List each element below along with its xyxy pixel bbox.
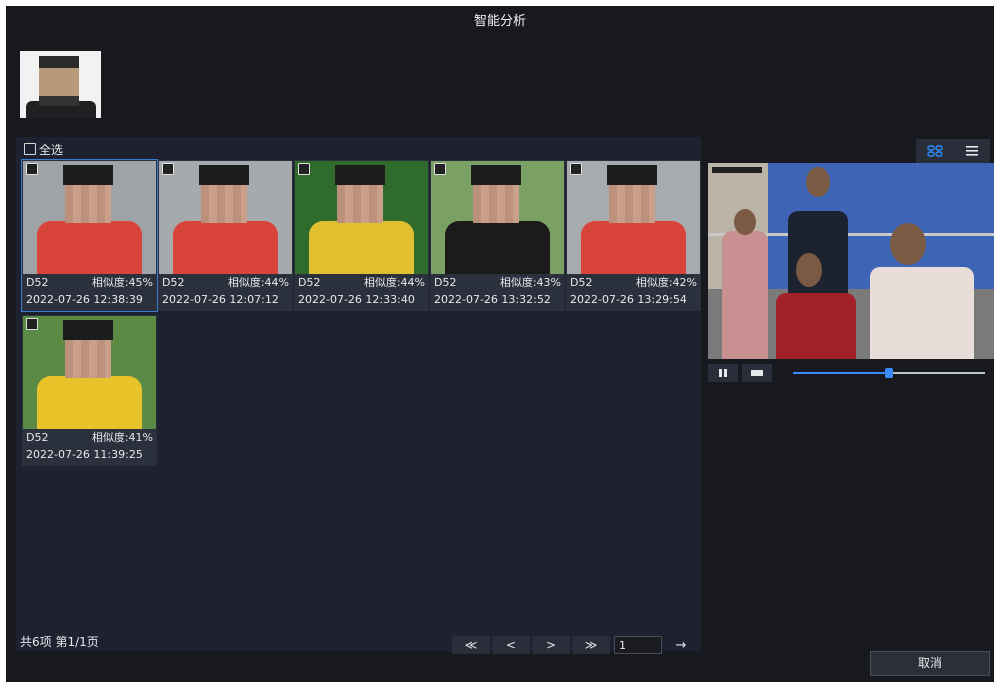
result-thumbnail[interactable] bbox=[295, 161, 428, 274]
result-count: 共6项 第1/1页 bbox=[20, 635, 99, 649]
query-face-image bbox=[20, 51, 101, 118]
capture-timestamp: 2022-07-26 13:32:52 bbox=[434, 293, 551, 306]
card-checkbox[interactable] bbox=[570, 163, 582, 175]
cancel-button[interactable]: 取消 bbox=[870, 651, 990, 676]
progress-knob[interactable] bbox=[885, 368, 893, 378]
next-page-button[interactable]: > bbox=[532, 636, 570, 654]
result-thumbnail[interactable] bbox=[23, 316, 156, 429]
first-page-button[interactable]: ≪ bbox=[452, 636, 490, 654]
dialog-title: 智能分析 bbox=[473, 14, 526, 29]
result-thumbnail[interactable] bbox=[567, 161, 700, 274]
page-number-input[interactable] bbox=[614, 636, 662, 654]
pagination: ≪ < > ≫ → bbox=[452, 635, 700, 655]
osd-timestamp-overlay bbox=[712, 167, 762, 173]
card-checkbox[interactable] bbox=[26, 318, 38, 330]
card-info: D52 相似度:42% 2022-07-26 13:29:54 bbox=[566, 274, 701, 308]
video-playback[interactable] bbox=[708, 163, 994, 359]
card-info: D52 相似度:45% 2022-07-26 12:38:39 bbox=[22, 274, 157, 308]
card-checkbox[interactable] bbox=[434, 163, 446, 175]
pause-button[interactable] bbox=[708, 364, 738, 382]
prev-page-button[interactable]: < bbox=[492, 636, 530, 654]
result-thumbnail[interactable] bbox=[431, 161, 564, 274]
similarity-score: 相似度:43% bbox=[499, 276, 561, 289]
capture-timestamp: 2022-07-26 12:33:40 bbox=[298, 293, 415, 306]
list-view-button[interactable] bbox=[953, 139, 990, 163]
camera-id: D52 bbox=[26, 431, 49, 444]
smart-analysis-dialog: 智能分析 全选 D52 相似度:45% 2022-07-26 12:38:39 D52… bbox=[6, 6, 994, 682]
select-all-label: 全选 bbox=[39, 142, 64, 157]
card-checkbox[interactable] bbox=[162, 163, 174, 175]
camera-id: D52 bbox=[26, 276, 49, 289]
result-card[interactable]: D52 相似度:45% 2022-07-26 12:38:39 bbox=[21, 159, 158, 312]
view-mode-toggle bbox=[916, 139, 990, 163]
capture-timestamp: 2022-07-26 11:39:25 bbox=[26, 448, 143, 461]
similarity-score: 相似度:41% bbox=[91, 431, 153, 444]
camera-id: D52 bbox=[570, 276, 593, 289]
player-controls bbox=[708, 362, 994, 384]
select-all-checkbox[interactable]: 全选 bbox=[24, 141, 63, 157]
similarity-score: 相似度:45% bbox=[91, 276, 153, 289]
result-thumbnail[interactable] bbox=[159, 161, 292, 274]
grid-icon bbox=[926, 145, 943, 157]
camera-id: D52 bbox=[298, 276, 321, 289]
playback-progress-slider[interactable] bbox=[793, 368, 985, 378]
camera-id: D52 bbox=[434, 276, 457, 289]
grid-view-button[interactable] bbox=[916, 139, 953, 163]
card-checkbox[interactable] bbox=[26, 163, 38, 175]
similarity-score: 相似度:44% bbox=[227, 276, 289, 289]
similarity-score: 相似度:42% bbox=[635, 276, 697, 289]
result-card[interactable]: D52 相似度:44% 2022-07-26 12:07:12 bbox=[158, 160, 293, 311]
card-info: D52 相似度:44% 2022-07-26 12:33:40 bbox=[294, 274, 429, 308]
capture-timestamp: 2022-07-26 13:29:54 bbox=[570, 293, 687, 306]
result-card[interactable]: D52 相似度:42% 2022-07-26 13:29:54 bbox=[566, 160, 701, 311]
result-card[interactable]: D52 相似度:41% 2022-07-26 11:39:25 bbox=[22, 315, 157, 466]
capture-timestamp: 2022-07-26 12:38:39 bbox=[26, 293, 143, 306]
progress-fill bbox=[793, 372, 889, 374]
result-card[interactable]: D52 相似度:44% 2022-07-26 12:33:40 bbox=[294, 160, 429, 311]
pause-icon bbox=[719, 369, 727, 377]
go-page-button[interactable]: → bbox=[662, 638, 700, 653]
card-info: D52 相似度:44% 2022-07-26 12:07:12 bbox=[158, 274, 293, 308]
checkbox-icon[interactable] bbox=[24, 143, 36, 155]
capture-timestamp: 2022-07-26 12:07:12 bbox=[162, 293, 279, 306]
list-icon bbox=[965, 146, 978, 156]
stop-icon bbox=[751, 370, 763, 376]
card-info: D52 相似度:43% 2022-07-26 13:32:52 bbox=[430, 274, 565, 308]
similarity-score: 相似度:44% bbox=[363, 276, 425, 289]
results-panel: 全选 D52 相似度:45% 2022-07-26 12:38:39 D52 相似度:4… bbox=[16, 137, 701, 654]
last-page-button[interactable]: ≫ bbox=[572, 636, 610, 654]
result-card[interactable]: D52 相似度:43% 2022-07-26 13:32:52 bbox=[430, 160, 565, 311]
card-info: D52 相似度:41% 2022-07-26 11:39:25 bbox=[22, 429, 157, 463]
stop-button[interactable] bbox=[742, 364, 772, 382]
camera-id: D52 bbox=[162, 276, 185, 289]
result-thumbnail[interactable] bbox=[23, 161, 156, 274]
card-checkbox[interactable] bbox=[298, 163, 310, 175]
